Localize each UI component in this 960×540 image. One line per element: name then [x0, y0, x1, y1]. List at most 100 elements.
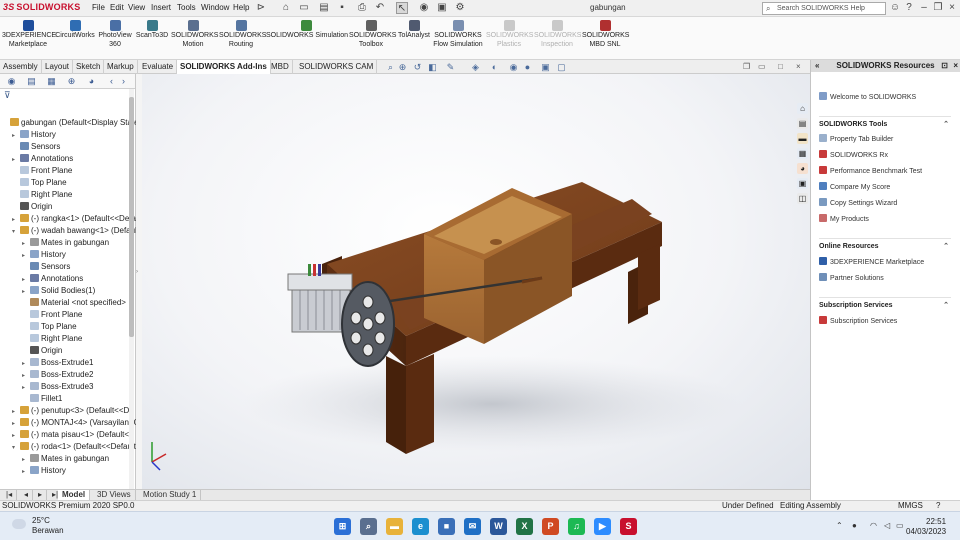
- tree-item[interactable]: ▸ Annotations: [12, 153, 73, 165]
- search-icon[interactable]: ⌕: [360, 518, 377, 535]
- tree-item[interactable]: Sensors: [22, 261, 70, 273]
- battery-icon[interactable]: ▭: [896, 521, 904, 530]
- tree-item[interactable]: ▸ Mates in gabungan: [22, 453, 109, 465]
- ribbon-simulation[interactable]: SOLIDWORKS Simulation: [266, 20, 348, 41]
- start-icon[interactable]: ⊞: [334, 518, 351, 535]
- menu-file[interactable]: File: [92, 3, 105, 12]
- tab-layout[interactable]: Layout: [42, 60, 74, 74]
- tree-item[interactable]: ▸ History: [12, 129, 56, 141]
- tree-item[interactable]: ▸ Solid Bodies(1): [22, 285, 95, 297]
- chevron-up-icon[interactable]: ⌃: [943, 120, 949, 128]
- tree-item[interactable]: ▸ Boss-Extrude1: [22, 357, 93, 369]
- rebuild-icon[interactable]: ◉: [418, 2, 430, 14]
- link-compare-my-score[interactable]: Compare My Score: [819, 182, 890, 191]
- viewport-tile-icon[interactable]: ▭: [758, 62, 766, 71]
- tree-item[interactable]: Sensors: [12, 141, 60, 153]
- tree-item[interactable]: Front Plane: [12, 165, 72, 177]
- featuremanager-tab-icon[interactable]: ◉: [6, 76, 17, 87]
- tree-item[interactable]: Right Plane: [12, 189, 72, 201]
- save-icon[interactable]: ▪: [336, 2, 348, 14]
- home-icon[interactable]: ⌂: [280, 2, 292, 14]
- volume-icon[interactable]: ◁: [884, 521, 890, 530]
- forum-icon[interactable]: ◫: [797, 193, 808, 204]
- word-icon[interactable]: W: [490, 518, 507, 535]
- spotify-icon[interactable]: ♫: [568, 518, 585, 535]
- welcome-link[interactable]: Welcome to SOLIDWORKS: [819, 92, 916, 101]
- store-icon[interactable]: ■: [438, 518, 455, 535]
- appearances-icon[interactable]: ◕: [797, 163, 808, 174]
- tab-right-arrow-icon[interactable]: ›: [118, 76, 129, 87]
- restore-icon[interactable]: ❐: [932, 2, 944, 14]
- section-view-icon[interactable]: ◧: [427, 62, 438, 73]
- tree-item[interactable]: ▸ Boss-Extrude3: [22, 381, 93, 393]
- file-explorer-icon[interactable]: ▬: [797, 133, 808, 144]
- link-subscription-services[interactable]: Subscription Services: [819, 316, 897, 325]
- link-property-tab-builder[interactable]: Property Tab Builder: [819, 134, 893, 143]
- ribbon-3dexperience-marketplace[interactable]: 3DEXPERIENCE Marketplace: [2, 20, 56, 49]
- tree-item[interactable]: ▸ (-) mata pisau<1> (Default<<: [12, 429, 134, 441]
- solidworks-logo[interactable]: 3S SOLIDWORKS: [3, 2, 80, 12]
- weather-widget[interactable]: 25°C Berawan: [12, 516, 64, 536]
- ribbon-flow-simulation[interactable]: SOLIDWORKS Flow Simulation: [432, 20, 484, 49]
- section-subscription-services[interactable]: Subscription Services ⌃: [819, 297, 951, 309]
- wifi-icon[interactable]: ◠: [870, 521, 877, 530]
- tree-item[interactable]: Fillet1: [22, 393, 62, 405]
- tab-solidworks-cam[interactable]: SOLIDWORKS CAM: [296, 60, 378, 74]
- undo-icon[interactable]: ↶: [374, 2, 386, 14]
- status-units[interactable]: MMGS: [898, 501, 923, 511]
- options-icon[interactable]: ⚙: [454, 2, 466, 14]
- propertymanager-tab-icon[interactable]: ▤: [26, 76, 37, 87]
- tab-sketch[interactable]: Sketch: [73, 60, 105, 74]
- viewport-close-icon[interactable]: ×: [796, 62, 801, 71]
- tray-chevron-icon[interactable]: ⌃: [836, 521, 843, 530]
- tree-scrollbar[interactable]: [129, 89, 134, 489]
- view-palette-icon[interactable]: ▦: [797, 148, 808, 159]
- tab-markup[interactable]: Markup: [104, 60, 138, 74]
- tree-scrollbar-thumb[interactable]: [129, 97, 134, 337]
- view-settings-icon[interactable]: ▢: [556, 62, 567, 73]
- configurationmanager-tab-icon[interactable]: ▦: [46, 76, 57, 87]
- ribbon-inspection[interactable]: SOLIDWORKS Inspection: [534, 20, 581, 49]
- viewport-restore-icon[interactable]: ❐: [743, 62, 750, 71]
- custom-properties-icon[interactable]: ▣: [797, 178, 808, 189]
- tree-item[interactable]: ▸ (-) penutup<3> (Default<<De: [12, 405, 134, 417]
- tab-left-arrow-icon[interactable]: ‹: [106, 76, 117, 87]
- tree-item[interactable]: Material <not specified>: [22, 297, 126, 309]
- edge-icon[interactable]: e: [412, 518, 429, 535]
- link-3dexperience-marketplace[interactable]: 3DEXPERIENCE Marketplace: [819, 257, 924, 266]
- tree-item[interactable]: gabungan (Default<Display State: [2, 117, 139, 129]
- previous-view-icon[interactable]: ↺: [412, 62, 423, 73]
- tree-item[interactable]: Top Plane: [12, 177, 67, 189]
- select-icon[interactable]: ↖: [396, 2, 408, 14]
- hide-show-icon[interactable]: ◉: [508, 62, 519, 73]
- tab-mbd[interactable]: MBD: [268, 60, 293, 74]
- link-my-products[interactable]: My Products: [819, 214, 869, 223]
- zoom-to-fit-icon[interactable]: ⌕: [385, 62, 396, 73]
- link-copy-settings-wizard[interactable]: Copy Settings Wizard: [819, 198, 897, 207]
- design-library-icon[interactable]: ▤: [797, 118, 808, 129]
- tree-item[interactable]: ▸ History: [22, 465, 66, 477]
- tree-item[interactable]: Top Plane: [22, 321, 77, 333]
- help-search-input[interactable]: ⌕ Search SOLIDWORKS Help: [762, 2, 886, 15]
- tree-item[interactable]: ▸ (-) rangka<1> (Default<<Defa: [12, 213, 136, 225]
- open-icon[interactable]: ▤: [318, 2, 330, 14]
- menu-insert[interactable]: Insert: [151, 3, 171, 12]
- new-document-icon[interactable]: ▭: [298, 2, 310, 14]
- mail-icon[interactable]: ✉: [464, 518, 481, 535]
- link-solidworks-rx[interactable]: SOLIDWORKS Rx: [819, 150, 888, 159]
- dynamic-annotation-icon[interactable]: ✎: [445, 62, 456, 73]
- tree-item[interactable]: Right Plane: [22, 333, 82, 345]
- system-clock[interactable]: 22:51 04/03/2023: [906, 517, 946, 537]
- scene-icon[interactable]: ▣: [540, 62, 551, 73]
- tree-item[interactable]: Origin: [22, 345, 62, 357]
- close-task-pane-icon[interactable]: ×: [953, 60, 958, 72]
- ribbon-plastics[interactable]: SOLIDWORKS Plastics: [486, 20, 533, 49]
- tree-item[interactable]: ▸ Mates in gabungan: [22, 237, 109, 249]
- expand-arrow-icon[interactable]: ▾: [12, 226, 20, 238]
- solidworks-icon[interactable]: S: [620, 518, 637, 535]
- close-icon[interactable]: ×: [946, 2, 958, 14]
- chevron-up-icon[interactable]: ⌃: [943, 242, 949, 250]
- display-style-icon[interactable]: ◐: [489, 62, 500, 72]
- zoom-area-icon[interactable]: ⊕: [397, 62, 408, 73]
- menu-tools[interactable]: Tools: [177, 3, 196, 12]
